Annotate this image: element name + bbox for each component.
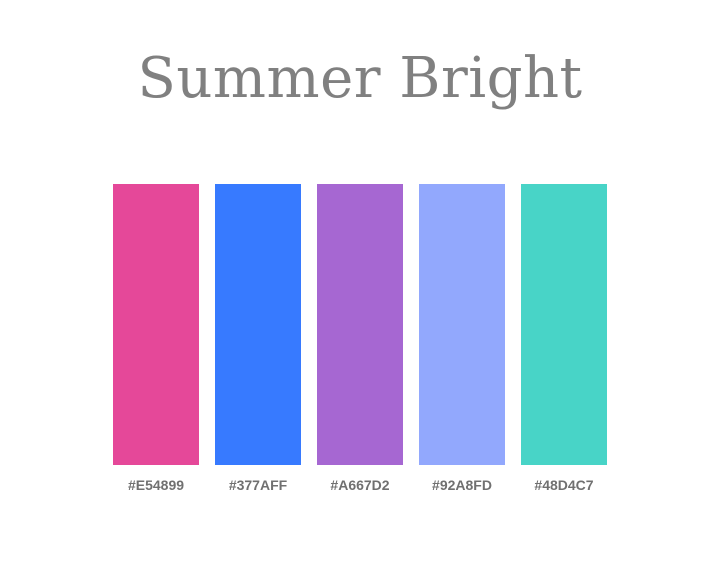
palette-title: Summer Bright: [137, 46, 583, 111]
swatch: #E54899: [113, 184, 199, 493]
swatch-row: #E54899 #377AFF #A667D2 #92A8FD #48D4C7: [113, 184, 607, 493]
swatch-hex-label: #A667D2: [330, 477, 390, 493]
swatch-color-block: [113, 184, 199, 465]
swatch-color-block: [215, 184, 301, 465]
swatch-color-block: [521, 184, 607, 465]
swatch-color-block: [317, 184, 403, 465]
swatch: #92A8FD: [419, 184, 505, 493]
swatch-hex-label: #E54899: [127, 477, 185, 493]
swatch-hex-label: #92A8FD: [432, 477, 492, 493]
swatch-color-block: [419, 184, 505, 465]
swatch-hex-label: #48D4C7: [534, 477, 594, 493]
swatch: #48D4C7: [521, 184, 607, 493]
swatch-hex-label: #377AFF: [228, 477, 288, 493]
swatch: #377AFF: [215, 184, 301, 493]
swatch: #A667D2: [317, 184, 403, 493]
